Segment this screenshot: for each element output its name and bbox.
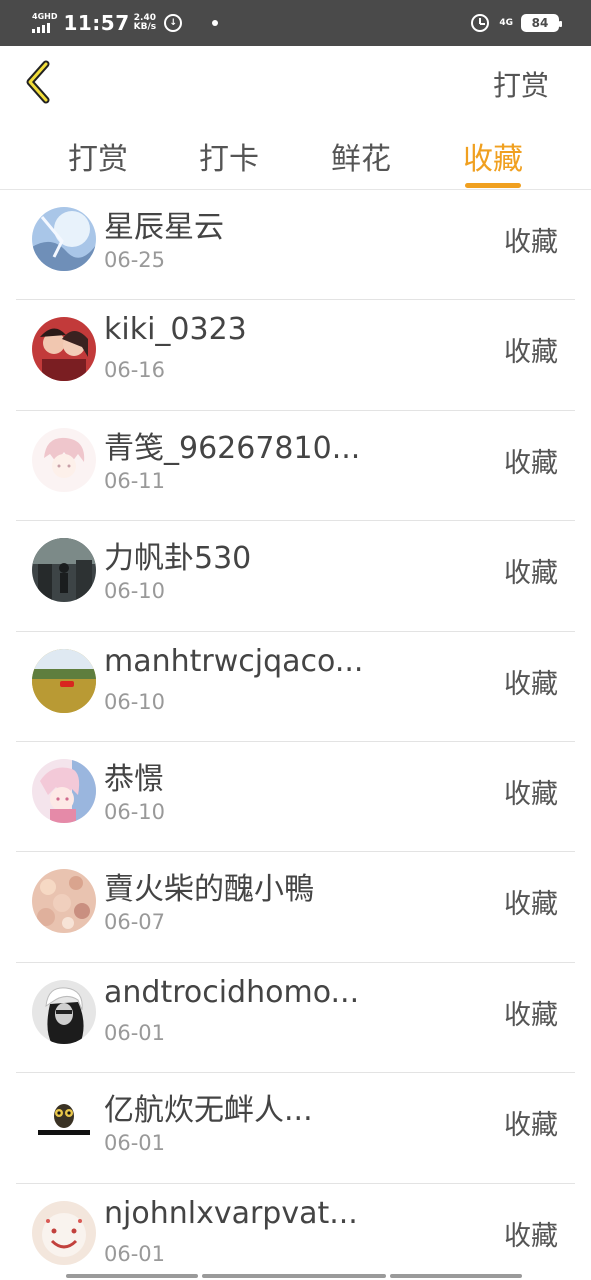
network-type: 4GHD — [32, 12, 58, 21]
user-name: 賣火柴的醜小鴨 — [104, 872, 314, 908]
tab-favorites-label: 收藏 — [463, 142, 523, 177]
avatar — [32, 427, 96, 492]
header: 打赏 — [0, 46, 591, 120]
favorite-date: 06-01 — [104, 1241, 166, 1266]
net-speed: 2.40 KB/s — [134, 14, 156, 32]
avatar — [32, 869, 96, 934]
list-item[interactable]: 亿航炊无衅人... 06-01 收藏 — [16, 1073, 575, 1184]
action-label: 收藏 — [504, 227, 558, 258]
action-label: 收藏 — [504, 1220, 558, 1252]
back-button[interactable] — [22, 58, 62, 106]
user-name: kiki_0323 — [104, 312, 247, 348]
action-label: 收藏 — [504, 337, 558, 369]
avatar — [32, 648, 96, 713]
user-name: njohnlxvarpvat... — [104, 1195, 358, 1231]
chevron-left-icon — [26, 60, 50, 104]
list-item[interactable]: 青笺_96267810... 06-11 收藏 — [16, 411, 575, 522]
user-name: 青笺_96267810... — [104, 430, 361, 466]
favorite-date: 06-01 — [104, 1131, 166, 1156]
action-label: 收藏 — [504, 558, 558, 590]
network-indicator: 4GHD — [32, 13, 57, 33]
avatar — [32, 207, 96, 271]
avatar — [32, 1200, 96, 1265]
list-item[interactable]: 星辰星云 06-25 收藏 — [16, 190, 575, 301]
user-name: 星辰星云 — [104, 210, 224, 245]
user-name: 力帆卦530 — [104, 541, 252, 577]
user-name: 恭憬 — [104, 761, 164, 797]
user-name: manhtrwcjqaco... — [104, 643, 364, 679]
tab-tip[interactable]: 打赏 — [48, 134, 148, 188]
tab-flowers[interactable]: 鲜花 — [311, 134, 411, 188]
tab-favorites[interactable]: 收藏 — [443, 134, 543, 188]
signal-icon — [32, 23, 50, 33]
favorite-date: 06-10 — [104, 579, 166, 604]
scroll-indicator — [66, 1274, 526, 1280]
favorite-date: 06-10 — [104, 799, 166, 824]
user-name: 亿航炊无衅人... — [104, 1093, 313, 1129]
avatar — [32, 538, 96, 603]
battery-level: 84 — [531, 16, 549, 30]
alarm-icon — [471, 14, 490, 32]
notification-dot-icon — [212, 20, 219, 26]
signal-type: 4G — [499, 18, 513, 28]
list-item[interactable]: andtrocidhomo... 06-01 收藏 — [16, 963, 575, 1074]
list-item[interactable]: manhtrwcjqaco... 06-10 收藏 — [16, 632, 575, 742]
list-item[interactable]: njohnlxvarpvat... 06-01 收藏 — [16, 1184, 575, 1280]
net-speed-unit: KB/s — [133, 22, 157, 32]
favorite-date: 06-16 — [104, 358, 166, 383]
data-saver-icon: ↓ — [164, 14, 183, 32]
active-tab-indicator — [465, 183, 521, 188]
avatar — [32, 1090, 96, 1155]
list-item[interactable]: 力帆卦530 06-10 收藏 — [16, 521, 575, 632]
action-label: 收藏 — [504, 668, 558, 700]
list-item[interactable]: 賣火柴的醜小鴨 06-07 收藏 — [16, 852, 575, 963]
favorite-date: 06-01 — [104, 1020, 166, 1045]
user-name: andtrocidhomo... — [104, 974, 360, 1010]
favorite-date: 06-11 — [104, 468, 166, 493]
battery-icon: 84 — [521, 14, 562, 32]
action-label: 收藏 — [504, 1110, 558, 1142]
list-item[interactable]: 恭憬 06-10 收藏 — [16, 742, 575, 853]
list-item[interactable]: kiki_0323 06-16 收藏 — [16, 300, 575, 411]
favorite-date: 06-25 — [104, 248, 166, 272]
avatar — [32, 758, 96, 823]
status-bar: 4GHD 11:57 2.40 KB/s ↓ 4G 84 — [0, 0, 591, 46]
avatar — [32, 979, 96, 1044]
tab-bar: 打赏 打卡 鲜花 收藏 — [0, 120, 591, 190]
clock: 11:57 — [63, 11, 130, 35]
avatar — [32, 317, 96, 382]
tab-checkin[interactable]: 打卡 — [179, 134, 279, 188]
favorite-date: 06-10 — [104, 689, 166, 714]
action-label: 收藏 — [504, 778, 558, 810]
action-label: 收藏 — [504, 447, 558, 479]
tip-button[interactable]: 打赏 — [493, 64, 549, 104]
favorite-date: 06-07 — [104, 910, 166, 935]
action-label: 收藏 — [504, 889, 558, 921]
favorites-list: 星辰星云 06-25 收藏 kiki_0323 06-16 收藏 青笺_9626… — [16, 190, 575, 1280]
action-label: 收藏 — [504, 999, 558, 1031]
